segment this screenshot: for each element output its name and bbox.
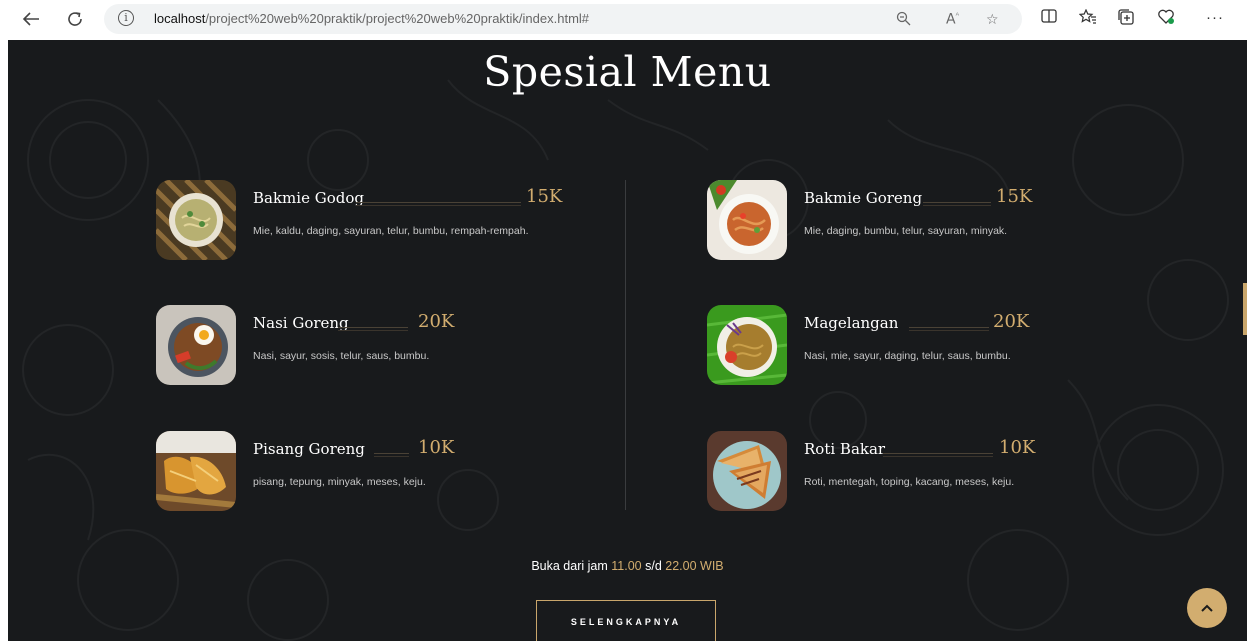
item-separator-line [374, 453, 409, 457]
hours-close: 22.00 WIB [665, 559, 724, 573]
item-name: Magelangan [804, 314, 899, 332]
item-price: 10K [418, 437, 455, 458]
more-menu-icon[interactable]: ··· [1206, 9, 1224, 26]
zoom-icon[interactable] [896, 11, 911, 29]
menu-item-roti-bakar[interactable]: Roti Bakar 10K Roti, mentegah, toping, k… [707, 431, 1107, 513]
item-separator-line [883, 453, 993, 457]
site-info-icon[interactable]: i [118, 10, 134, 26]
item-separator-line [909, 327, 989, 331]
split-screen-icon[interactable] [1041, 9, 1057, 27]
item-price: 10K [999, 437, 1036, 458]
item-name: Bakmie Goreng [804, 189, 923, 207]
menu-item-magelangan[interactable]: Magelangan 20K Nasi, mie, sayur, daging,… [707, 305, 1107, 387]
magelangan-image [707, 305, 787, 385]
item-price: 15K [996, 186, 1033, 207]
item-name: Bakmie Godog [253, 189, 364, 207]
item-name: Roti Bakar [804, 440, 886, 458]
item-name: Pisang Goreng [253, 440, 365, 458]
scroll-indicator [1243, 283, 1247, 335]
item-description: Nasi, mie, sayur, daging, telur, saus, b… [804, 350, 1011, 362]
item-price: 20K [418, 311, 455, 332]
item-description: Mie, kaldu, daging, sayuran, telur, bumb… [253, 225, 529, 237]
refresh-icon[interactable] [64, 8, 86, 30]
favorite-star-icon[interactable]: ☆ [986, 11, 999, 28]
hours-mid: s/d [645, 559, 662, 573]
favorites-icon[interactable] [1078, 8, 1097, 29]
address-bar[interactable]: i localhost/project%20web%20praktik/proj… [104, 4, 1022, 34]
menu-item-bakmie-godog[interactable]: Bakmie Godog 15K Mie, kaldu, daging, say… [156, 180, 562, 262]
collections-icon[interactable] [1118, 9, 1134, 29]
hours-prefix: Buka dari jam [531, 559, 608, 573]
section-title: Spesial Menu [483, 48, 772, 96]
item-separator-line [356, 202, 521, 206]
column-divider [625, 180, 626, 510]
item-separator-line [338, 327, 408, 331]
bakmie-goreng-image [707, 180, 787, 260]
item-price: 20K [993, 311, 1030, 332]
item-separator-line [923, 202, 991, 206]
hours-open: 11.00 [611, 559, 642, 573]
item-description: Roti, mentegah, toping, kacang, meses, k… [804, 476, 1015, 488]
item-description: pisang, tepung, minyak, meses, keju. [253, 476, 426, 488]
pisang-goreng-image [156, 431, 236, 511]
read-aloud-icon[interactable]: Aᴬ [946, 11, 959, 28]
menu-item-pisang-goreng[interactable]: Pisang Goreng 10K pisang, tepung, minyak… [156, 431, 556, 513]
browser-essentials-icon[interactable] [1157, 9, 1175, 29]
browser-toolbar: i localhost/project%20web%20praktik/proj… [0, 0, 1247, 38]
item-description: Mie, daging, bumbu, telur, sayuran, miny… [804, 225, 1008, 237]
more-button[interactable]: SELENGKAPNYA [536, 600, 716, 641]
back-arrow-icon[interactable] [20, 8, 42, 30]
chevron-up-icon [1201, 604, 1213, 612]
bakmie-godog-image [156, 180, 236, 260]
url-text[interactable]: localhost/project%20web%20praktik/projec… [154, 11, 589, 26]
roti-bakar-image [707, 431, 787, 511]
special-menu-section: Spesial Menu Bakmie Godog 15K Mie, kaldu… [8, 40, 1247, 641]
nasi-goreng-image [156, 305, 236, 385]
back-to-top-button[interactable] [1187, 588, 1227, 628]
opening-hours: Buka dari jam 11.00 s/d 22.00 WIB [8, 559, 1247, 573]
menu-item-nasi-goreng[interactable]: Nasi Goreng 20K Nasi, sayur, sosis, telu… [156, 305, 556, 387]
menu-item-bakmie-goreng[interactable]: Bakmie Goreng 15K Mie, daging, bumbu, te… [707, 180, 1107, 262]
item-name: Nasi Goreng [253, 314, 349, 332]
item-price: 15K [526, 186, 563, 207]
item-description: Nasi, sayur, sosis, telur, saus, bumbu. [253, 350, 430, 362]
